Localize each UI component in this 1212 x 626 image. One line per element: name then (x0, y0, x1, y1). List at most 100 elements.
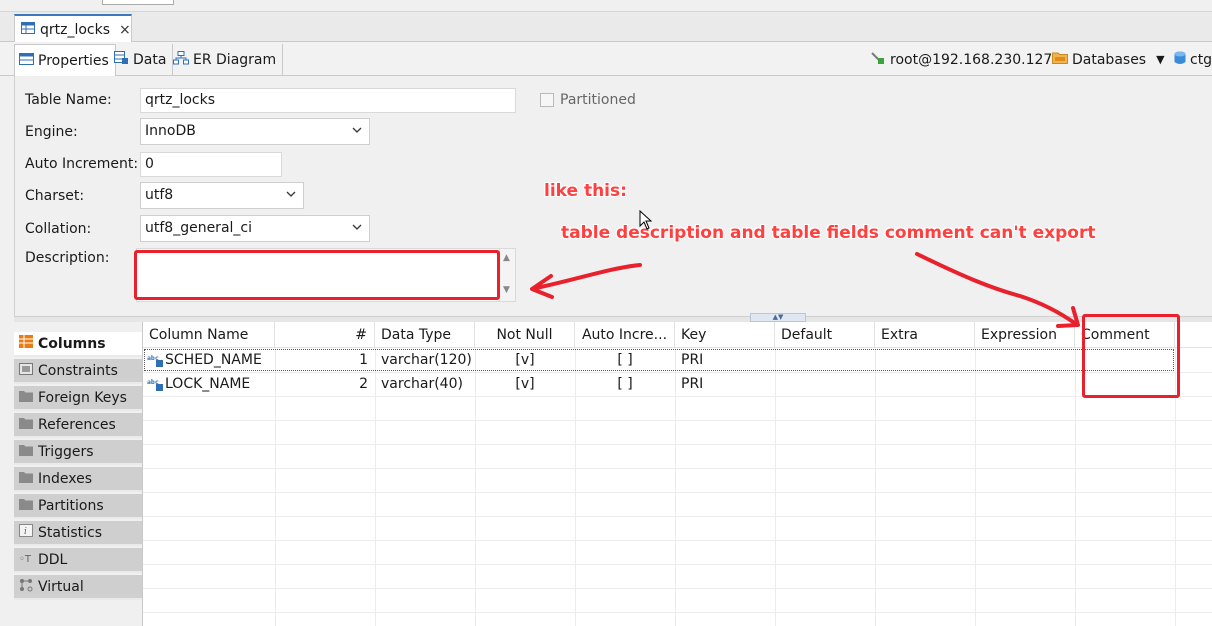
databases-label: Databases (1072, 51, 1147, 68)
chevron-down-icon (285, 188, 297, 204)
cell-position[interactable]: 2 (275, 376, 368, 392)
grid-line (375, 348, 376, 626)
properties-icon (19, 52, 34, 69)
description-scrollbar[interactable]: ▲ ▼ (499, 249, 515, 301)
connection-label: root@192.168.230.127 (890, 52, 1053, 68)
cell-auto-increment[interactable]: [ ] (575, 376, 675, 392)
database-label: ctg (1190, 52, 1212, 68)
partitioned-checkbox[interactable]: Partitioned (540, 92, 636, 108)
side-tab-triggers[interactable]: Triggers (14, 440, 142, 465)
header-column-name[interactable]: Column Name (143, 322, 275, 348)
tab-properties-label: Properties (38, 52, 109, 69)
cell-column-name[interactable]: SCHED_NAME (165, 352, 262, 368)
side-tab-label: Triggers (38, 443, 94, 460)
database-icon (1174, 51, 1186, 69)
grid-line (775, 348, 776, 626)
cell-key[interactable]: PRI (681, 376, 703, 392)
side-tabs: Columns Constraints Foreign Keys Referen… (14, 332, 142, 626)
engine-select[interactable]: InnoDB (140, 118, 370, 145)
collation-select[interactable]: utf8_general_ci (140, 215, 370, 242)
tab-data[interactable]: Data (110, 44, 174, 76)
grid-line (1075, 348, 1076, 626)
close-icon[interactable]: × (119, 22, 131, 38)
virtual-icon (19, 578, 33, 596)
splitter-grip[interactable]: ▲▼ (750, 313, 806, 322)
editor-sub-toolbar: Properties Data ER Diagram root@192.168.… (0, 42, 1212, 76)
partitioned-label: Partitioned (560, 92, 636, 108)
grid-line (143, 564, 1212, 565)
tab-data-label: Data (133, 52, 167, 68)
header-extra[interactable]: Extra (875, 322, 975, 348)
side-tab-constraints[interactable]: Constraints (14, 359, 142, 384)
cell-column-name[interactable]: LOCK_NAME (165, 376, 250, 392)
side-tab-references[interactable]: References (14, 413, 142, 438)
grid-line (875, 348, 876, 626)
header-expression[interactable]: Expression (975, 322, 1075, 348)
grid-header: Column Name # Data Type Not Null Auto In… (143, 322, 1212, 348)
side-tab-label: DDL (38, 551, 68, 568)
scroll-up-icon[interactable]: ▲ (503, 253, 510, 263)
scroll-down-icon[interactable]: ▼ (503, 285, 510, 295)
grid-line (143, 588, 1212, 589)
side-tab-columns[interactable]: Columns (14, 332, 142, 357)
side-tab-indexes[interactable]: Indexes (14, 467, 142, 492)
charset-value: utf8 (145, 187, 174, 203)
side-tab-ddl[interactable]: ◦T DDL (14, 548, 142, 573)
side-tab-statistics[interactable]: i Statistics (14, 521, 142, 546)
mouse-cursor-icon (639, 210, 652, 230)
cell-key[interactable]: PRI (681, 352, 703, 368)
header-data-type[interactable]: Data Type (375, 322, 475, 348)
database-selector[interactable]: ctg (1174, 51, 1212, 69)
side-tab-label: Partitions (38, 497, 104, 514)
tab-er-diagram-label: ER Diagram (193, 52, 277, 68)
connection-selector[interactable]: root@192.168.230.127 (870, 51, 1052, 69)
table-name-label: Table Name: (25, 92, 112, 108)
databases-selector[interactable]: Databases ▼ (1052, 51, 1165, 68)
cell-data-type[interactable]: varchar(40) (381, 376, 463, 392)
checkbox-box[interactable] (540, 93, 554, 107)
side-tab-virtual[interactable]: Virtual (14, 575, 142, 600)
charset-select[interactable]: utf8 (140, 182, 304, 209)
annotation-box-comment (1082, 314, 1180, 398)
columns-icon (19, 335, 33, 352)
cell-data-type[interactable]: varchar(120) (381, 352, 472, 368)
side-tab-label: Statistics (38, 524, 102, 541)
header-position[interactable]: # (275, 322, 375, 348)
annotation-line-1: like this: (544, 181, 627, 201)
table-name-input[interactable]: qrtz_locks (140, 88, 516, 113)
header-auto-increment[interactable]: Auto Incre... (575, 322, 675, 348)
svg-text:i: i (24, 527, 27, 537)
grid-line (143, 612, 1212, 613)
editor-tab-qrtz-locks[interactable]: qrtz_locks × (14, 14, 132, 43)
chevron-down-icon (351, 221, 363, 237)
description-label: Description: (25, 250, 110, 266)
side-tab-label: Foreign Keys (38, 389, 127, 406)
ddl-icon: ◦T (19, 552, 33, 568)
top-toolbar-strip (0, 0, 1212, 12)
header-not-null[interactable]: Not Null (475, 322, 575, 348)
grid-line (143, 444, 1212, 445)
toolbar-combo[interactable] (102, 0, 174, 5)
side-tab-label: References (38, 416, 116, 433)
chevron-down-icon (351, 124, 363, 140)
folder-icon (19, 444, 33, 460)
side-tab-foreign-keys[interactable]: Foreign Keys (14, 386, 142, 411)
cell-not-null[interactable]: [v] (475, 352, 575, 368)
cell-position[interactable]: 1 (275, 352, 368, 368)
grid-line (975, 348, 976, 626)
header-key[interactable]: Key (675, 322, 775, 348)
cell-not-null[interactable]: [v] (475, 376, 575, 392)
columns-grid: Column Name # Data Type Not Null Auto In… (142, 322, 1212, 626)
auto-increment-input[interactable]: 0 (140, 152, 282, 177)
collation-label: Collation: (25, 221, 92, 237)
er-diagram-icon (173, 51, 189, 69)
header-default[interactable]: Default (775, 322, 875, 348)
dropdown-arrow-icon[interactable]: ▼ (1156, 53, 1164, 66)
side-tab-partitions[interactable]: Partitions (14, 494, 142, 519)
cell-auto-increment[interactable]: [ ] (575, 352, 675, 368)
engine-value: InnoDB (145, 123, 196, 139)
editor-tab-bar: qrtz_locks × (0, 12, 1212, 43)
tab-er-diagram[interactable]: ER Diagram (169, 44, 284, 76)
tab-properties[interactable]: Properties (14, 44, 116, 76)
folder-icon (19, 498, 33, 514)
